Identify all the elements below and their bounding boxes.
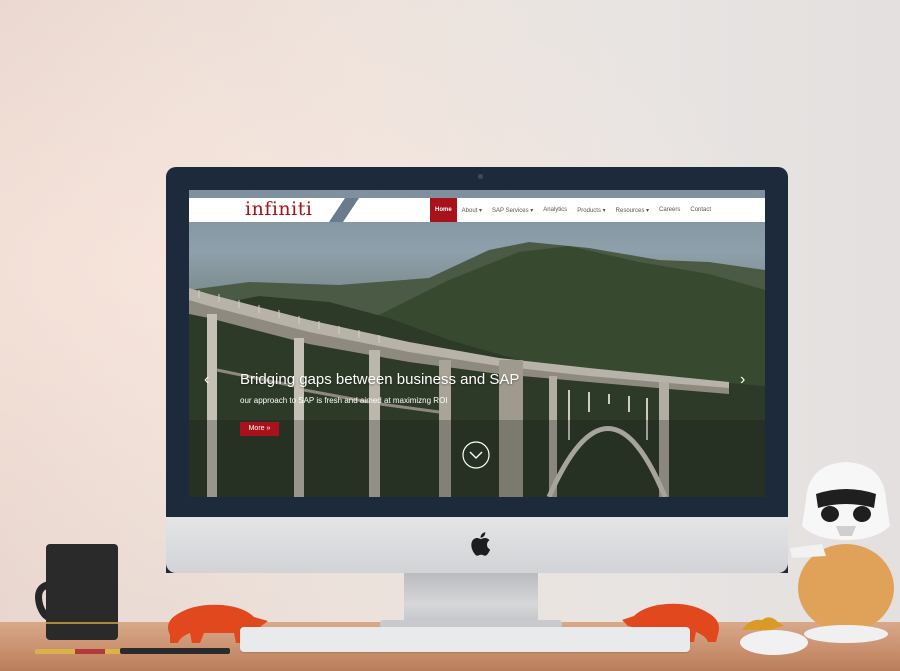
nav-about[interactable]: About ▾ xyxy=(457,198,487,222)
toy-dinosaur xyxy=(742,617,784,631)
nav-careers[interactable]: Careers xyxy=(654,198,685,222)
site-logo[interactable]: infiniti xyxy=(245,198,312,222)
nav-contact[interactable]: Contact xyxy=(685,198,716,222)
nav-sap-services[interactable]: SAP Services ▾ xyxy=(487,198,538,222)
carousel-next-icon[interactable]: › xyxy=(740,371,745,389)
screen-website: infiniti Home About ▾ SAP Services ▾ Ana… xyxy=(189,190,765,497)
pencils xyxy=(35,648,230,654)
nav-home[interactable]: Home xyxy=(430,198,457,222)
header-slant-decoration xyxy=(329,198,359,222)
hero-subtitle: our approach to SAP is fresh and aimed a… xyxy=(240,396,448,405)
photo-scene: infiniti Home About ▾ SAP Services ▾ Ana… xyxy=(0,0,900,671)
nav-analytics[interactable]: Analytics xyxy=(538,198,572,222)
scroll-down-icon[interactable] xyxy=(462,441,490,469)
webcam xyxy=(478,174,483,179)
more-button[interactable]: More » xyxy=(240,422,279,436)
keyboard xyxy=(240,627,690,652)
apple-logo-icon xyxy=(471,532,491,556)
carousel-prev-icon[interactable]: ‹ xyxy=(204,371,209,389)
hero-title: Bridging gaps between business and SAP xyxy=(240,371,520,388)
coffee-mug xyxy=(35,544,118,640)
monitor-stand xyxy=(404,573,538,625)
nav-resources[interactable]: Resources ▾ xyxy=(611,198,654,222)
nav-products[interactable]: Products ▾ xyxy=(572,198,610,222)
main-nav: Home About ▾ SAP Services ▾ Analytics Pr… xyxy=(430,198,716,222)
stormtrooper-potato-toy xyxy=(790,462,894,643)
